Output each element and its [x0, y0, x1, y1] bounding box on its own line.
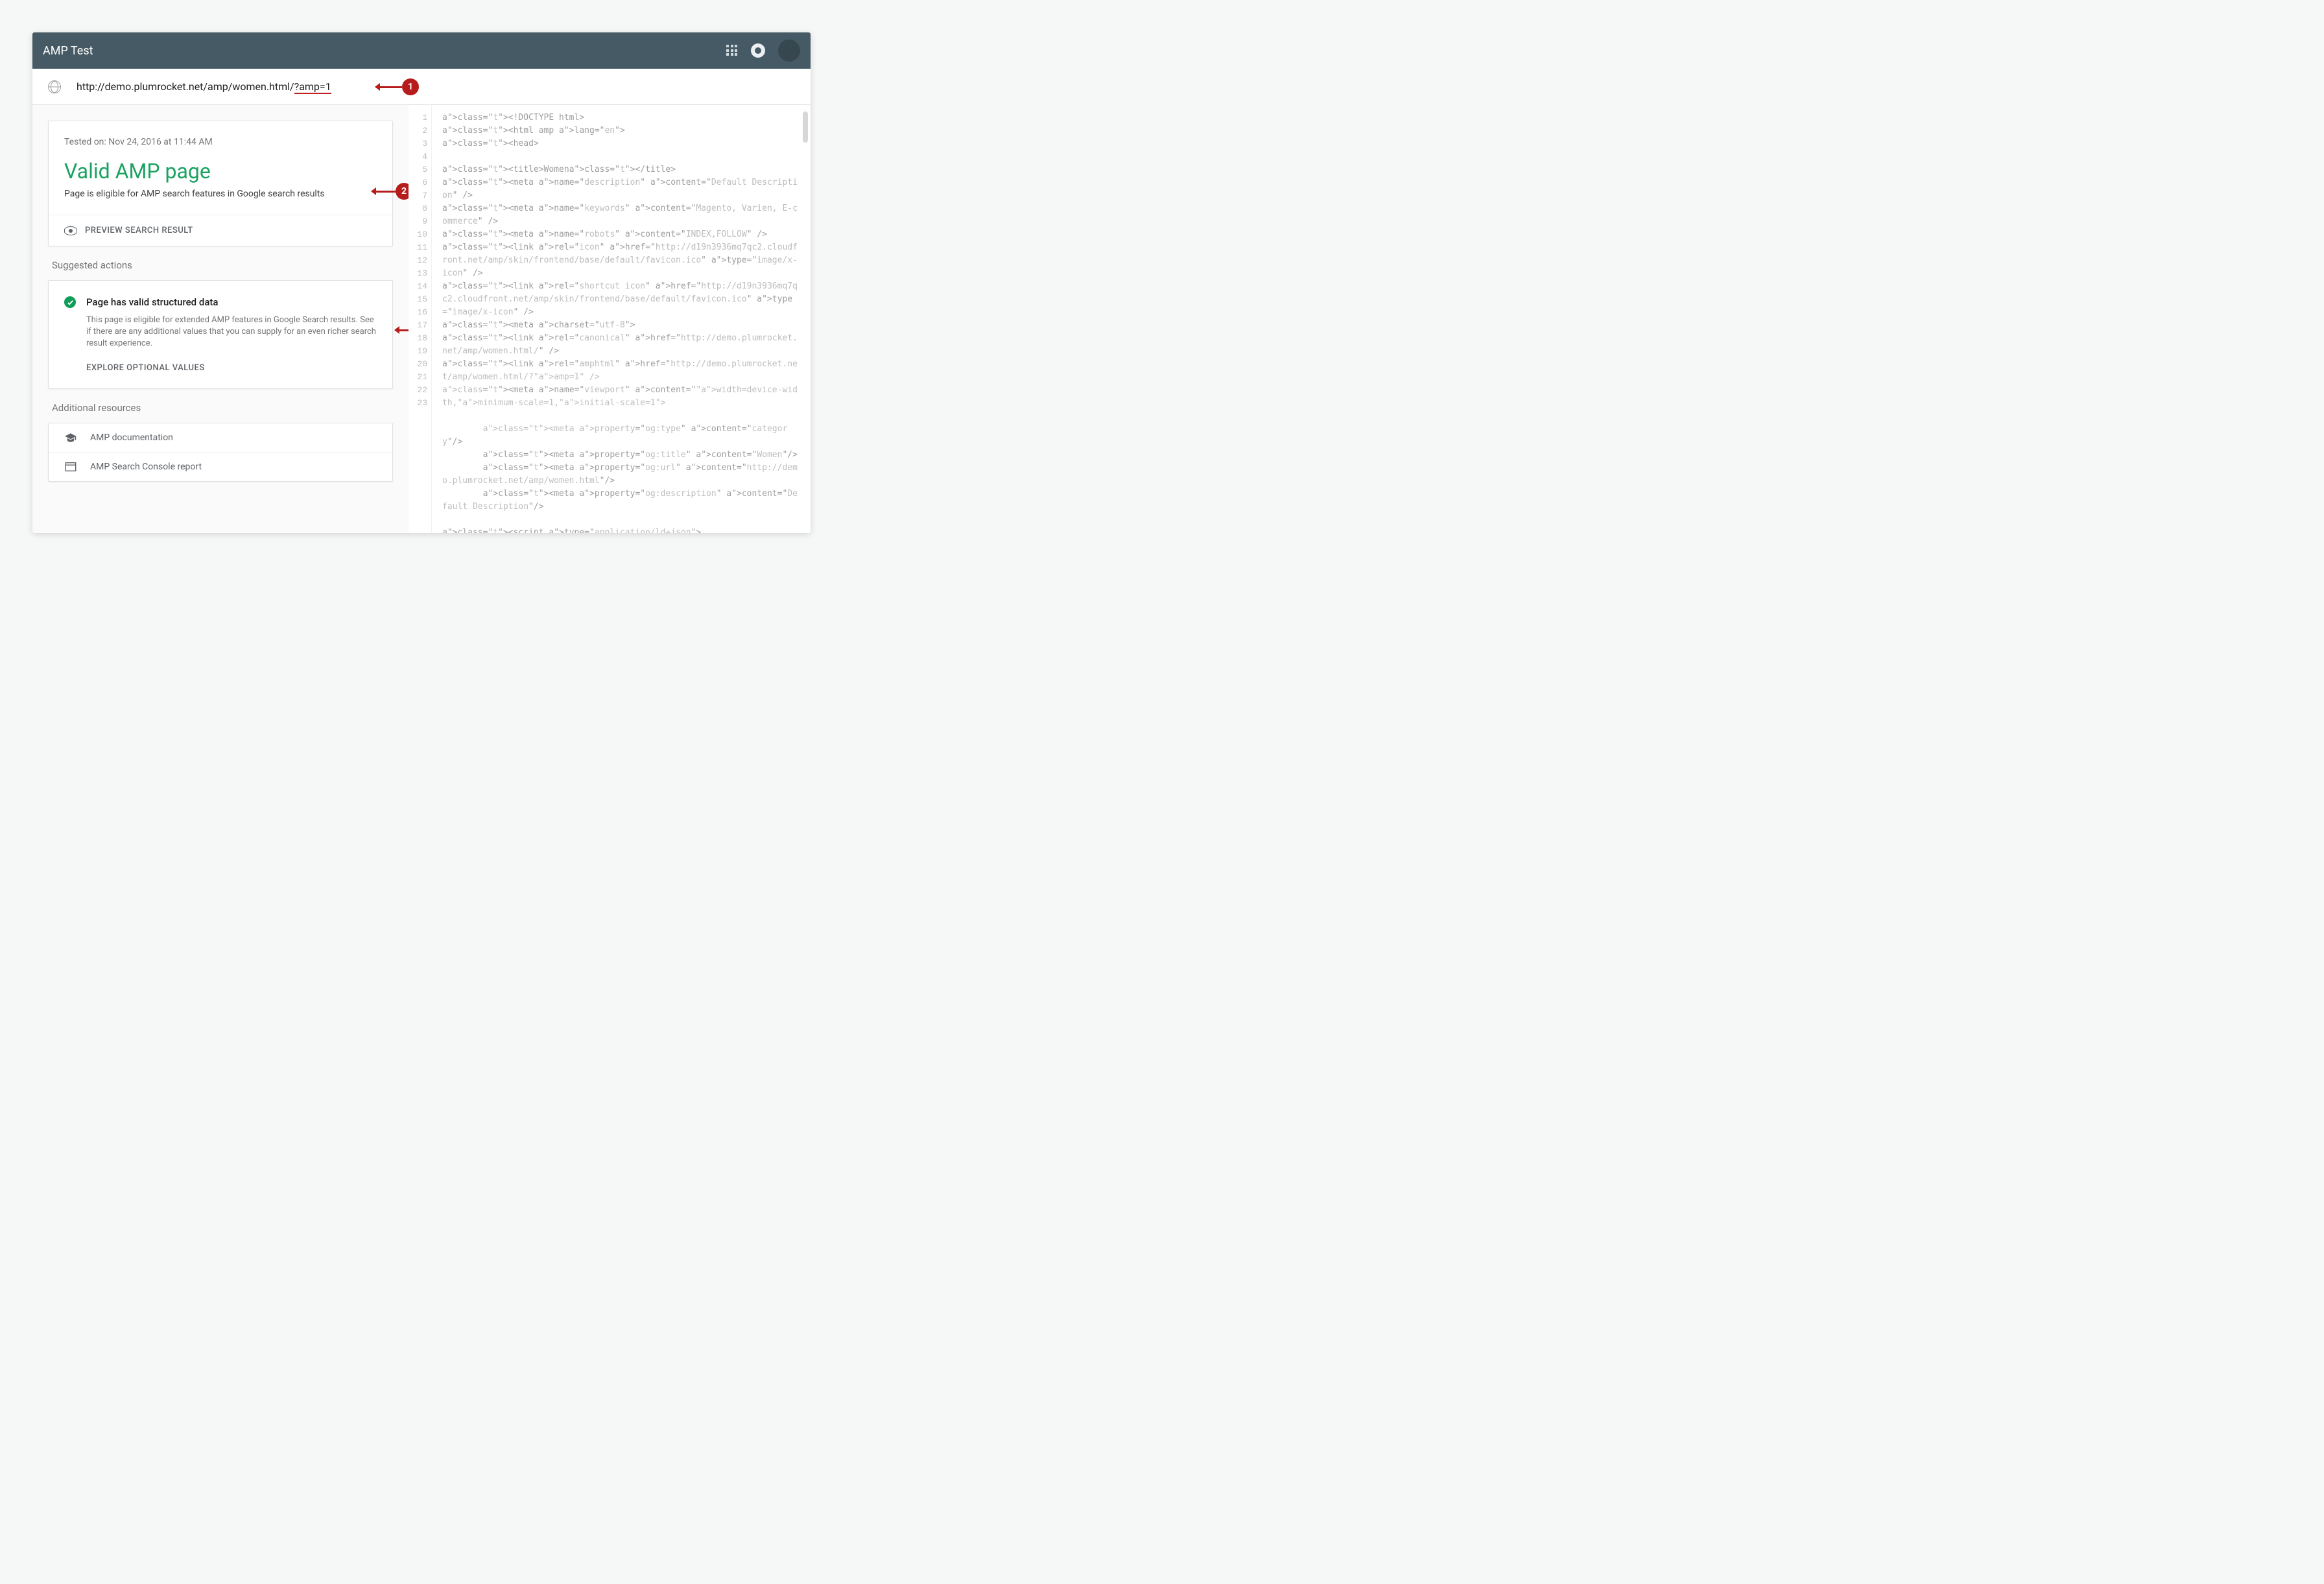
structured-data-description: This page is eligible for extended AMP f…: [86, 314, 377, 350]
main-content: Tested on: Nov 24, 2016 at 11:44 AM Vali…: [32, 105, 811, 533]
annotation-callout-1: 1: [402, 78, 419, 95]
resource-link-console[interactable]: AMP Search Console report: [49, 453, 392, 481]
results-panel: Tested on: Nov 24, 2016 at 11:44 AM Vali…: [32, 105, 409, 533]
annotation-callout-2: 2: [396, 183, 409, 200]
check-circle-icon: [64, 296, 76, 308]
scrollbar-handle[interactable]: [803, 112, 808, 143]
app-window: AMP Test http://demo.plumrocket.net/amp/…: [32, 32, 811, 533]
user-avatar[interactable]: [778, 40, 800, 62]
graduation-cap-icon: [64, 433, 77, 442]
app-header: AMP Test: [32, 32, 811, 69]
notifications-icon[interactable]: [751, 43, 765, 58]
header-icons: [726, 40, 800, 62]
web-icon: [64, 462, 77, 471]
url-bar[interactable]: http://demo.plumrocket.net/amp/women.htm…: [32, 69, 811, 105]
resource-link-docs[interactable]: AMP documentation: [49, 423, 392, 453]
url-text: http://demo.plumrocket.net/amp/women.htm…: [77, 80, 331, 93]
source-code-view[interactable]: a">class="t"><!DOCTYPE html> a">class="t…: [432, 105, 811, 533]
result-description: Page is eligible for AMP search features…: [64, 189, 377, 199]
annotation-arrow-2: [372, 191, 396, 193]
globe-icon: [48, 80, 61, 93]
line-number-gutter: 1 2 3 4 5 6 7 8 9 10 11 12 13 14 15 16 1…: [409, 105, 432, 533]
structured-data-title: Page has valid structured data: [86, 296, 218, 308]
result-card: Tested on: Nov 24, 2016 at 11:44 AM Vali…: [48, 121, 393, 246]
annotation-arrow-1: [376, 86, 402, 88]
url-highlight: ?amp=1: [294, 80, 331, 94]
suggested-actions-heading: Suggested actions: [48, 259, 393, 271]
annotation-arrow-3: [396, 329, 409, 331]
resources-card: AMP documentation AMP Search Console rep…: [48, 423, 393, 482]
tested-on-text: Tested on: Nov 24, 2016 at 11:44 AM: [64, 137, 377, 147]
eye-icon: [64, 226, 77, 235]
structured-data-card: Page has valid structured data This page…: [48, 280, 393, 389]
result-title: Valid AMP page: [64, 159, 377, 183]
app-title: AMP Test: [43, 44, 93, 58]
explore-optional-values-button[interactable]: EXPLORE OPTIONAL VALUES: [86, 363, 377, 373]
url-base: http://demo.plumrocket.net/amp/women.htm…: [77, 80, 294, 93]
apps-icon[interactable]: [726, 45, 738, 56]
preview-action-label: PREVIEW SEARCH RESULT: [85, 226, 193, 235]
preview-search-result-button[interactable]: PREVIEW SEARCH RESULT: [49, 215, 392, 246]
resource-label: AMP documentation: [90, 432, 173, 443]
source-code-panel: 1 2 3 4 5 6 7 8 9 10 11 12 13 14 15 16 1…: [409, 105, 811, 533]
resource-label: AMP Search Console report: [90, 462, 202, 472]
additional-resources-heading: Additional resources: [48, 402, 393, 414]
